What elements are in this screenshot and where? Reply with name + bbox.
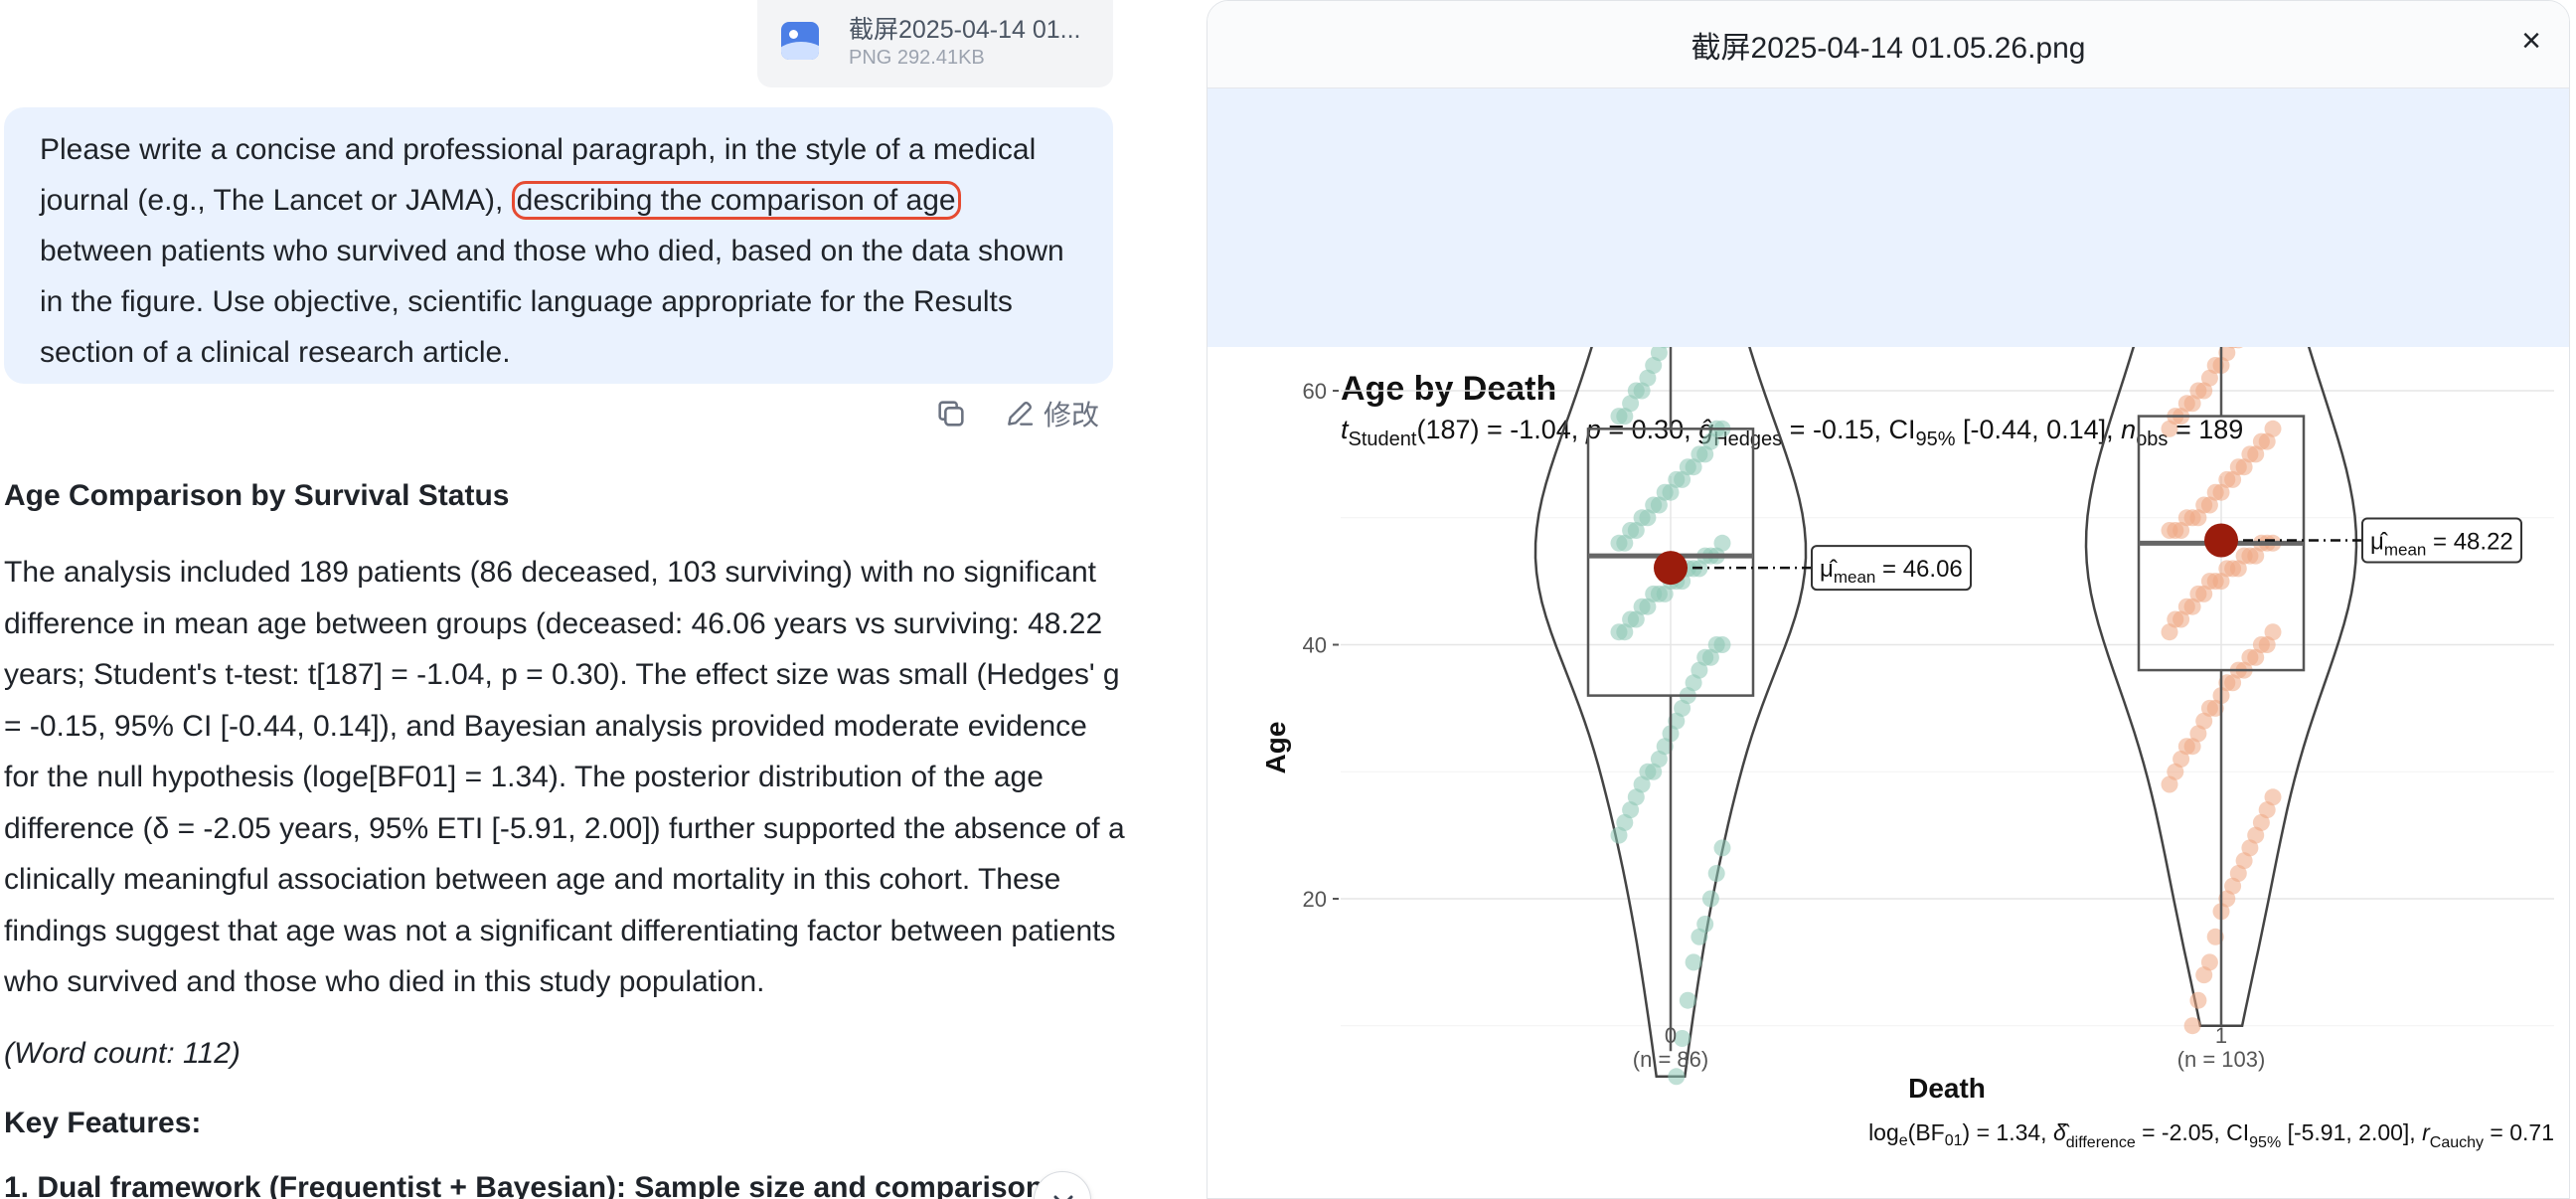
violin-chart: Age by Death tStudent(187) = -1.04, p = … [1260,347,2554,1151]
attachment-meta: PNG 292.41KB [849,47,985,69]
data-point [1610,623,1628,641]
attachment-name: 截屏2025-04-14 01... [849,16,1081,44]
data-point [1610,826,1628,844]
x-tick-label: 0 [1665,1023,1677,1048]
preview-top-band [1208,88,2569,347]
highlight-annotation: describing the comparison of age [511,181,961,220]
data-point [1679,991,1696,1009]
preview-header: 截屏2025-04-14 01.05.26.png × [1208,1,2569,88]
key-feature-item: 1. Dual framework (Frequentist + Bayesia… [4,1170,1045,1199]
bayes-footnote: loge(BF01) = 1.34, δ̂difference = -2.05,… [1868,1119,2554,1151]
data-point [1701,890,1719,908]
scroll-down-button[interactable] [1034,1171,1091,1199]
word-count: (Word count: 112) [4,1036,241,1070]
x-axis-label: Death [1908,1073,1986,1104]
data-point [1707,865,1725,882]
data-point [2161,623,2178,641]
mean-marker [2204,523,2238,558]
answer-heading: Age Comparison by Survival Status [4,479,510,512]
close-icon[interactable]: × [2521,21,2541,61]
y-axis-label: Age [1260,722,1291,774]
data-point [1690,928,1708,945]
data-point [2161,775,2178,793]
chat-pane: 截屏2025-04-14 01... PNG 292.41KB Please w… [0,0,1133,1199]
y-tick-label: 40 [1303,633,1327,658]
data-point [1610,408,1628,426]
y-tick-label: 60 [1303,379,1327,404]
image-file-icon [781,22,819,60]
edit-label: 修改 [1044,400,1100,430]
copy-button[interactable] [934,397,968,430]
data-point [2161,522,2178,539]
chart-subtitle: tStudent(187) = -1.04, p = 0.30, ĝHedges… [1341,415,2243,450]
group-size-label: (n = 86) [1633,1047,1708,1072]
data-point [1610,534,1628,552]
y-tick-label: 20 [1303,887,1327,912]
attachment-chip[interactable]: 截屏2025-04-14 01... PNG 292.41KB [757,0,1113,87]
edit-button[interactable]: 修改 [1004,394,1099,433]
plot-area: 20406080μ̂mean = 46.060(n = 86)μ̂mean = … [1303,347,2554,1086]
message-actions: 修改 [934,394,1099,433]
data-point [2189,991,2207,1009]
x-tick-label: 1 [2215,1023,2227,1048]
user-message-text-end: between patients who survived and those … [40,235,1064,369]
copy-icon [938,401,964,427]
key-features-heading: Key Features: [4,1106,202,1139]
data-point [2183,1017,2201,1035]
user-message: Please write a concise and professional … [4,107,1113,384]
pencil-icon [1008,402,1034,426]
chart-title: Age by Death [1341,370,1556,408]
group-size-label: (n = 103) [2177,1047,2266,1072]
chevron-down-icon [1053,1195,1073,1199]
data-point [1713,839,1731,857]
assistant-answer: Age Comparison by Survival Status The an… [4,471,1127,1199]
mean-marker [1654,551,1688,586]
data-point [2161,420,2178,437]
data-point [1685,953,1702,971]
answer-paragraph: The analysis included 189 patients (86 d… [4,556,1125,998]
preview-title: 截屏2025-04-14 01.05.26.png [1690,32,2086,65]
data-point [2195,966,2213,984]
image-preview-panel: 截屏2025-04-14 01.05.26.png × Age by Death… [1207,0,2570,1199]
